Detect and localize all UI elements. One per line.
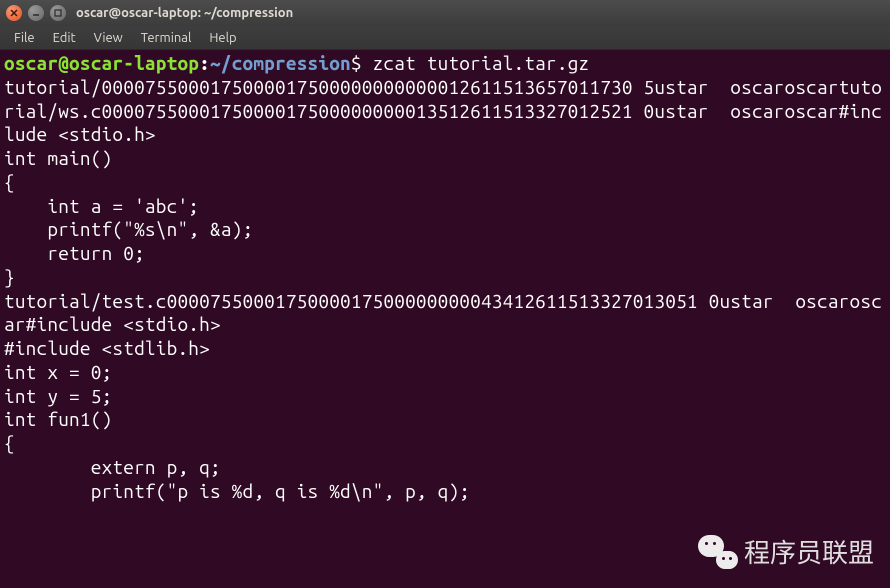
terminal-output[interactable]: oscar@oscar-laptop:~/compression$ zcat t… (0, 50, 890, 588)
prompt-path: ~/compression (210, 52, 351, 74)
output-line: int a = 'abc'; (4, 195, 886, 219)
watermark-text: 程序员联盟 (744, 533, 874, 570)
window-titlebar: oscar@oscar-laptop: ~/compression (0, 0, 890, 26)
minimize-icon[interactable] (28, 5, 44, 21)
watermark: 程序员联盟 (698, 533, 874, 570)
output-line: return 0; (4, 242, 886, 266)
output-line: tutorial/test.c0000755000175000017500000… (4, 290, 886, 338)
menu-edit[interactable]: Edit (45, 29, 84, 47)
output-line: #include <stdlib.h> (4, 337, 886, 361)
output-line: int y = 5; (4, 385, 886, 409)
output-line: extern p, q; (4, 456, 886, 480)
output-line: int main() (4, 147, 886, 171)
window-controls (6, 5, 66, 21)
output-line: tutorial/0000755000175000017500000000000… (4, 76, 886, 147)
menu-view[interactable]: View (86, 29, 131, 47)
wechat-icon (698, 535, 738, 569)
window-title: oscar@oscar-laptop: ~/compression (76, 6, 293, 20)
output-line: printf("%s\n", &a); (4, 218, 886, 242)
prompt-user-host: oscar@oscar-laptop (4, 52, 199, 74)
output-line: int fun1() (4, 408, 886, 432)
maximize-icon[interactable] (50, 5, 66, 21)
output-line: } (4, 266, 886, 290)
output-line: { (4, 432, 886, 456)
close-icon[interactable] (6, 5, 22, 21)
prompt-symbol: $ (351, 52, 362, 74)
menubar: File Edit View Terminal Help (0, 26, 890, 50)
output-line: printf("p is %d, q is %d\n", p, q); (4, 480, 886, 504)
command-text: zcat tutorial.tar.gz (373, 52, 590, 74)
output-line: int x = 0; (4, 361, 886, 385)
menu-help[interactable]: Help (201, 29, 244, 47)
menu-file[interactable]: File (6, 29, 43, 47)
output-line: { (4, 171, 886, 195)
prompt-line: oscar@oscar-laptop:~/compression$ zcat t… (4, 52, 886, 76)
prompt-colon: : (199, 52, 210, 74)
menu-terminal[interactable]: Terminal (133, 29, 200, 47)
